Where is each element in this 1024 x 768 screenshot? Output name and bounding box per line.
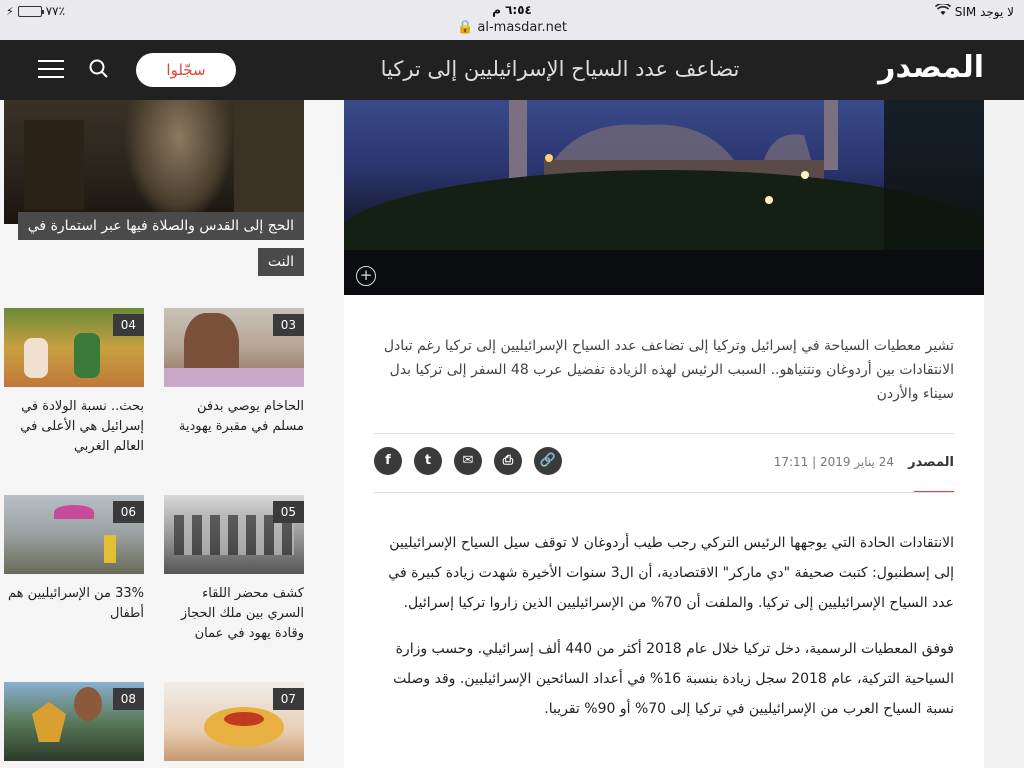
site-header: المصدر تضاعف عدد السياح الإسرائيليين إلى… [0,40,1024,100]
wifi-icon [934,2,951,19]
rank-badge: 03 [272,314,304,336]
article-hero-image[interactable]: + [344,100,984,295]
card-title: الحاخام يوصي بدفن مسلم في مقبرة يهودية [178,399,304,434]
hamburger-menu-icon[interactable] [38,60,64,80]
card-title: كشف محضر اللقاء السري بين ملك الحجاز وقا… [180,586,304,641]
email-share-icon[interactable]: ✉ [454,447,482,475]
print-icon[interactable]: ⎙ [494,447,522,475]
carrier-status: لا يوجد SIM [934,2,1014,19]
list-item[interactable]: 08 [4,682,144,761]
card-thumbnail: 06 [4,495,144,574]
article: + تشير معطيات السياحة في إسرائيل وتركيا … [344,100,984,768]
article-meta: المصدر 24 يناير 2019 | 17:11 f t ✉ ⎙ 🔗 [374,445,954,493]
card-title: بحث.. نسبة الولادة في إسرائيل هي الأعلى … [20,399,144,454]
divider [374,433,954,434]
article-paragraph: فوفق المعطيات الرسمية، دخل تركيا خلال عا… [393,641,954,717]
card-thumbnail: 08 [4,682,144,761]
rank-badge: 05 [272,501,304,523]
zoom-icon[interactable]: + [356,266,376,286]
page-title: تضاعف عدد السياح الإسرائيليين إلى تركيا [380,57,740,81]
card-thumbnail: 03 [164,308,304,387]
share-buttons: f t ✉ ⎙ 🔗 [374,447,562,475]
card-title: 33% من الإسرائيليين هم أطفال [8,586,144,621]
hero-thumbnail[interactable] [4,100,304,224]
url-text: al-masdar.net [477,20,567,35]
card-thumbnail: 05 [164,495,304,574]
article-summary: تشير معطيات السياحة في إسرائيل وتركيا إل… [383,338,954,402]
list-item[interactable]: 03 الحاخام يوصي بدفن مسلم في مقبرة يهودي… [164,308,304,437]
divider [374,492,954,493]
article-paragraph: الانتقادات الحادة التي يوجهها الرئيس الت… [388,535,954,611]
card-thumbnail: 07 [164,682,304,761]
address-bar[interactable]: 🔒 al-masdar.net [0,20,1024,35]
sidebar-most-read: الحج إلى القدس والصلاة فيها عبر استمارة … [0,100,344,768]
card-thumbnail: 04 [4,308,144,387]
signup-button[interactable]: سجّلوا [136,53,236,87]
clock: ٦:٥٤ م [492,3,532,17]
site-logo[interactable]: المصدر [878,50,984,85]
search-icon[interactable] [88,58,110,80]
list-item[interactable]: 06 33% من الإسرائيليين هم أطفال [4,495,144,624]
rank-badge: 07 [272,688,304,710]
publish-date: 24 يناير 2019 | 17:11 [773,455,894,469]
carrier-label: لا يوجد SIM [954,4,1014,19]
rank-badge: 04 [112,314,144,336]
twitter-share-icon[interactable]: t [414,447,442,475]
list-item[interactable]: 04 بحث.. نسبة الولادة في إسرائيل هي الأع… [4,308,144,457]
rank-badge: 08 [112,688,144,710]
status-bar: ⚡ ٧٧٪ ٦:٥٤ م 🔒 al-masdar.net لا يوجد SIM [0,0,1024,40]
hero-caption: الحج إلى القدس والصلاة فيها عبر استمارة … [17,212,304,276]
link-icon[interactable]: 🔗 [534,447,562,475]
author-name[interactable]: المصدر [908,455,954,470]
list-item[interactable]: 07 [164,682,304,761]
facebook-share-icon[interactable]: f [374,447,402,475]
rank-badge: 06 [112,501,144,523]
hero-caption-box[interactable]: الحج إلى القدس والصلاة فيها عبر استمارة … [4,208,304,280]
article-body: الانتقادات الحادة التي يوجهها الرئيس الت… [374,528,954,740]
list-item[interactable]: 05 كشف محضر اللقاء السري بين ملك الحجاز … [164,495,304,644]
